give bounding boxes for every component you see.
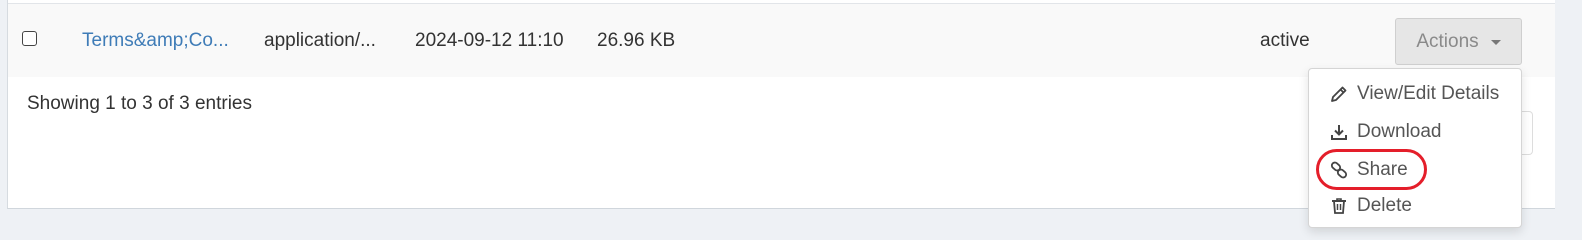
page-scroll-edge <box>1556 0 1582 224</box>
file-mime-type: application/... <box>264 30 376 51</box>
actions-dropdown-button[interactable]: Actions <box>1395 18 1522 65</box>
menu-item-download[interactable]: Download <box>1309 114 1521 150</box>
file-name-link[interactable]: Terms&amp;Co... <box>82 4 229 78</box>
pencil-icon <box>1331 86 1347 102</box>
file-date: 2024-09-12 11:10 <box>415 30 564 51</box>
menu-item-view-edit[interactable]: View/Edit Details <box>1309 76 1521 112</box>
link-icon <box>1330 161 1348 179</box>
menu-item-label: Share <box>1357 159 1408 180</box>
menu-item-label: View/Edit Details <box>1357 83 1500 104</box>
row-select-checkbox[interactable] <box>22 31 37 46</box>
caret-down-icon <box>1490 40 1501 45</box>
table-row: Terms&amp;Co... application/... 2024-09-… <box>8 3 1555 77</box>
menu-item-delete[interactable]: Delete <box>1309 188 1521 224</box>
download-icon <box>1331 125 1347 140</box>
trash-icon <box>1332 198 1346 214</box>
menu-item-label: Delete <box>1357 195 1412 216</box>
file-size: 26.96 KB <box>597 30 676 51</box>
menu-item-share[interactable]: Share <box>1309 152 1521 188</box>
menu-item-label: Download <box>1357 121 1442 142</box>
actions-dropdown-menu: View/Edit Details Download Share Delete <box>1308 68 1522 228</box>
entries-info: Showing 1 to 3 of 3 entries <box>27 93 252 114</box>
actions-button-label: Actions <box>1416 30 1479 52</box>
file-status: active <box>1260 30 1310 51</box>
